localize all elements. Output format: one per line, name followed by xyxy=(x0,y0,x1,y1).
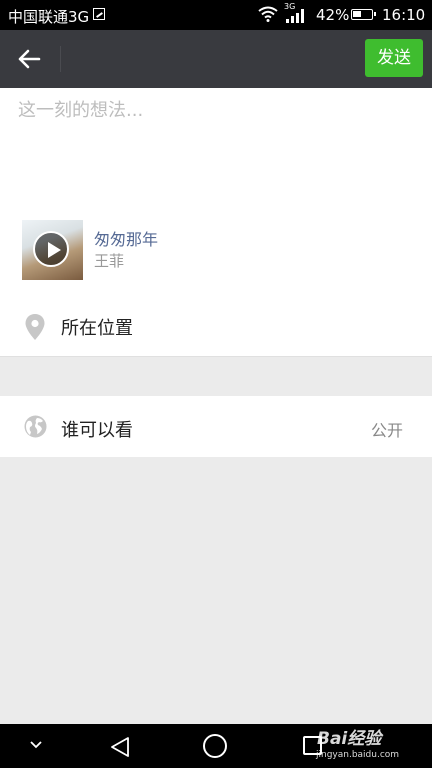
battery-percent: 42% xyxy=(316,6,350,24)
album-cover[interactable] xyxy=(22,220,83,280)
visibility-value: 公开 xyxy=(370,421,403,440)
app-bar-divider xyxy=(60,46,61,72)
status-bar: 中国联通3G 3G 42% 16:10 xyxy=(0,0,432,30)
play-icon[interactable] xyxy=(33,231,69,267)
nav-home-icon[interactable] xyxy=(203,734,227,758)
battery-icon xyxy=(351,9,376,20)
thought-input[interactable] xyxy=(18,96,414,196)
map-pin-icon xyxy=(25,314,45,340)
arrow-left-icon xyxy=(18,49,41,69)
chevron-down-icon[interactable] xyxy=(28,738,44,752)
compose-panel: 匆匆那年 王菲 所在位置 xyxy=(0,88,432,357)
screenshot-notification-icon xyxy=(93,8,105,20)
globe-icon xyxy=(24,415,47,438)
location-row[interactable]: 所在位置 xyxy=(0,308,432,356)
song-artist: 王菲 xyxy=(94,252,125,270)
music-card[interactable]: 匆匆那年 王菲 xyxy=(22,218,322,280)
song-title: 匆匆那年 xyxy=(94,230,159,249)
carrier-name: 中国联通3G xyxy=(8,8,90,26)
send-button[interactable]: 发送 xyxy=(365,39,423,77)
clock: 16:10 xyxy=(382,6,426,24)
watermark-logo: Bai经验 xyxy=(317,729,382,749)
nav-back-icon[interactable] xyxy=(108,735,132,759)
divider xyxy=(0,356,432,357)
wifi-icon xyxy=(258,6,278,22)
app-bar: 发送 xyxy=(0,30,432,88)
visibility-label: 谁可以看 xyxy=(61,420,133,441)
location-label: 所在位置 xyxy=(61,318,133,339)
visibility-row[interactable]: 谁可以看 公开 xyxy=(0,396,432,457)
watermark: Bai经验 jingyan.baidu.com xyxy=(313,724,432,768)
watermark-url: jingyan.baidu.com xyxy=(316,750,400,760)
signal-strength-icon xyxy=(286,9,304,23)
back-button[interactable] xyxy=(12,44,46,74)
